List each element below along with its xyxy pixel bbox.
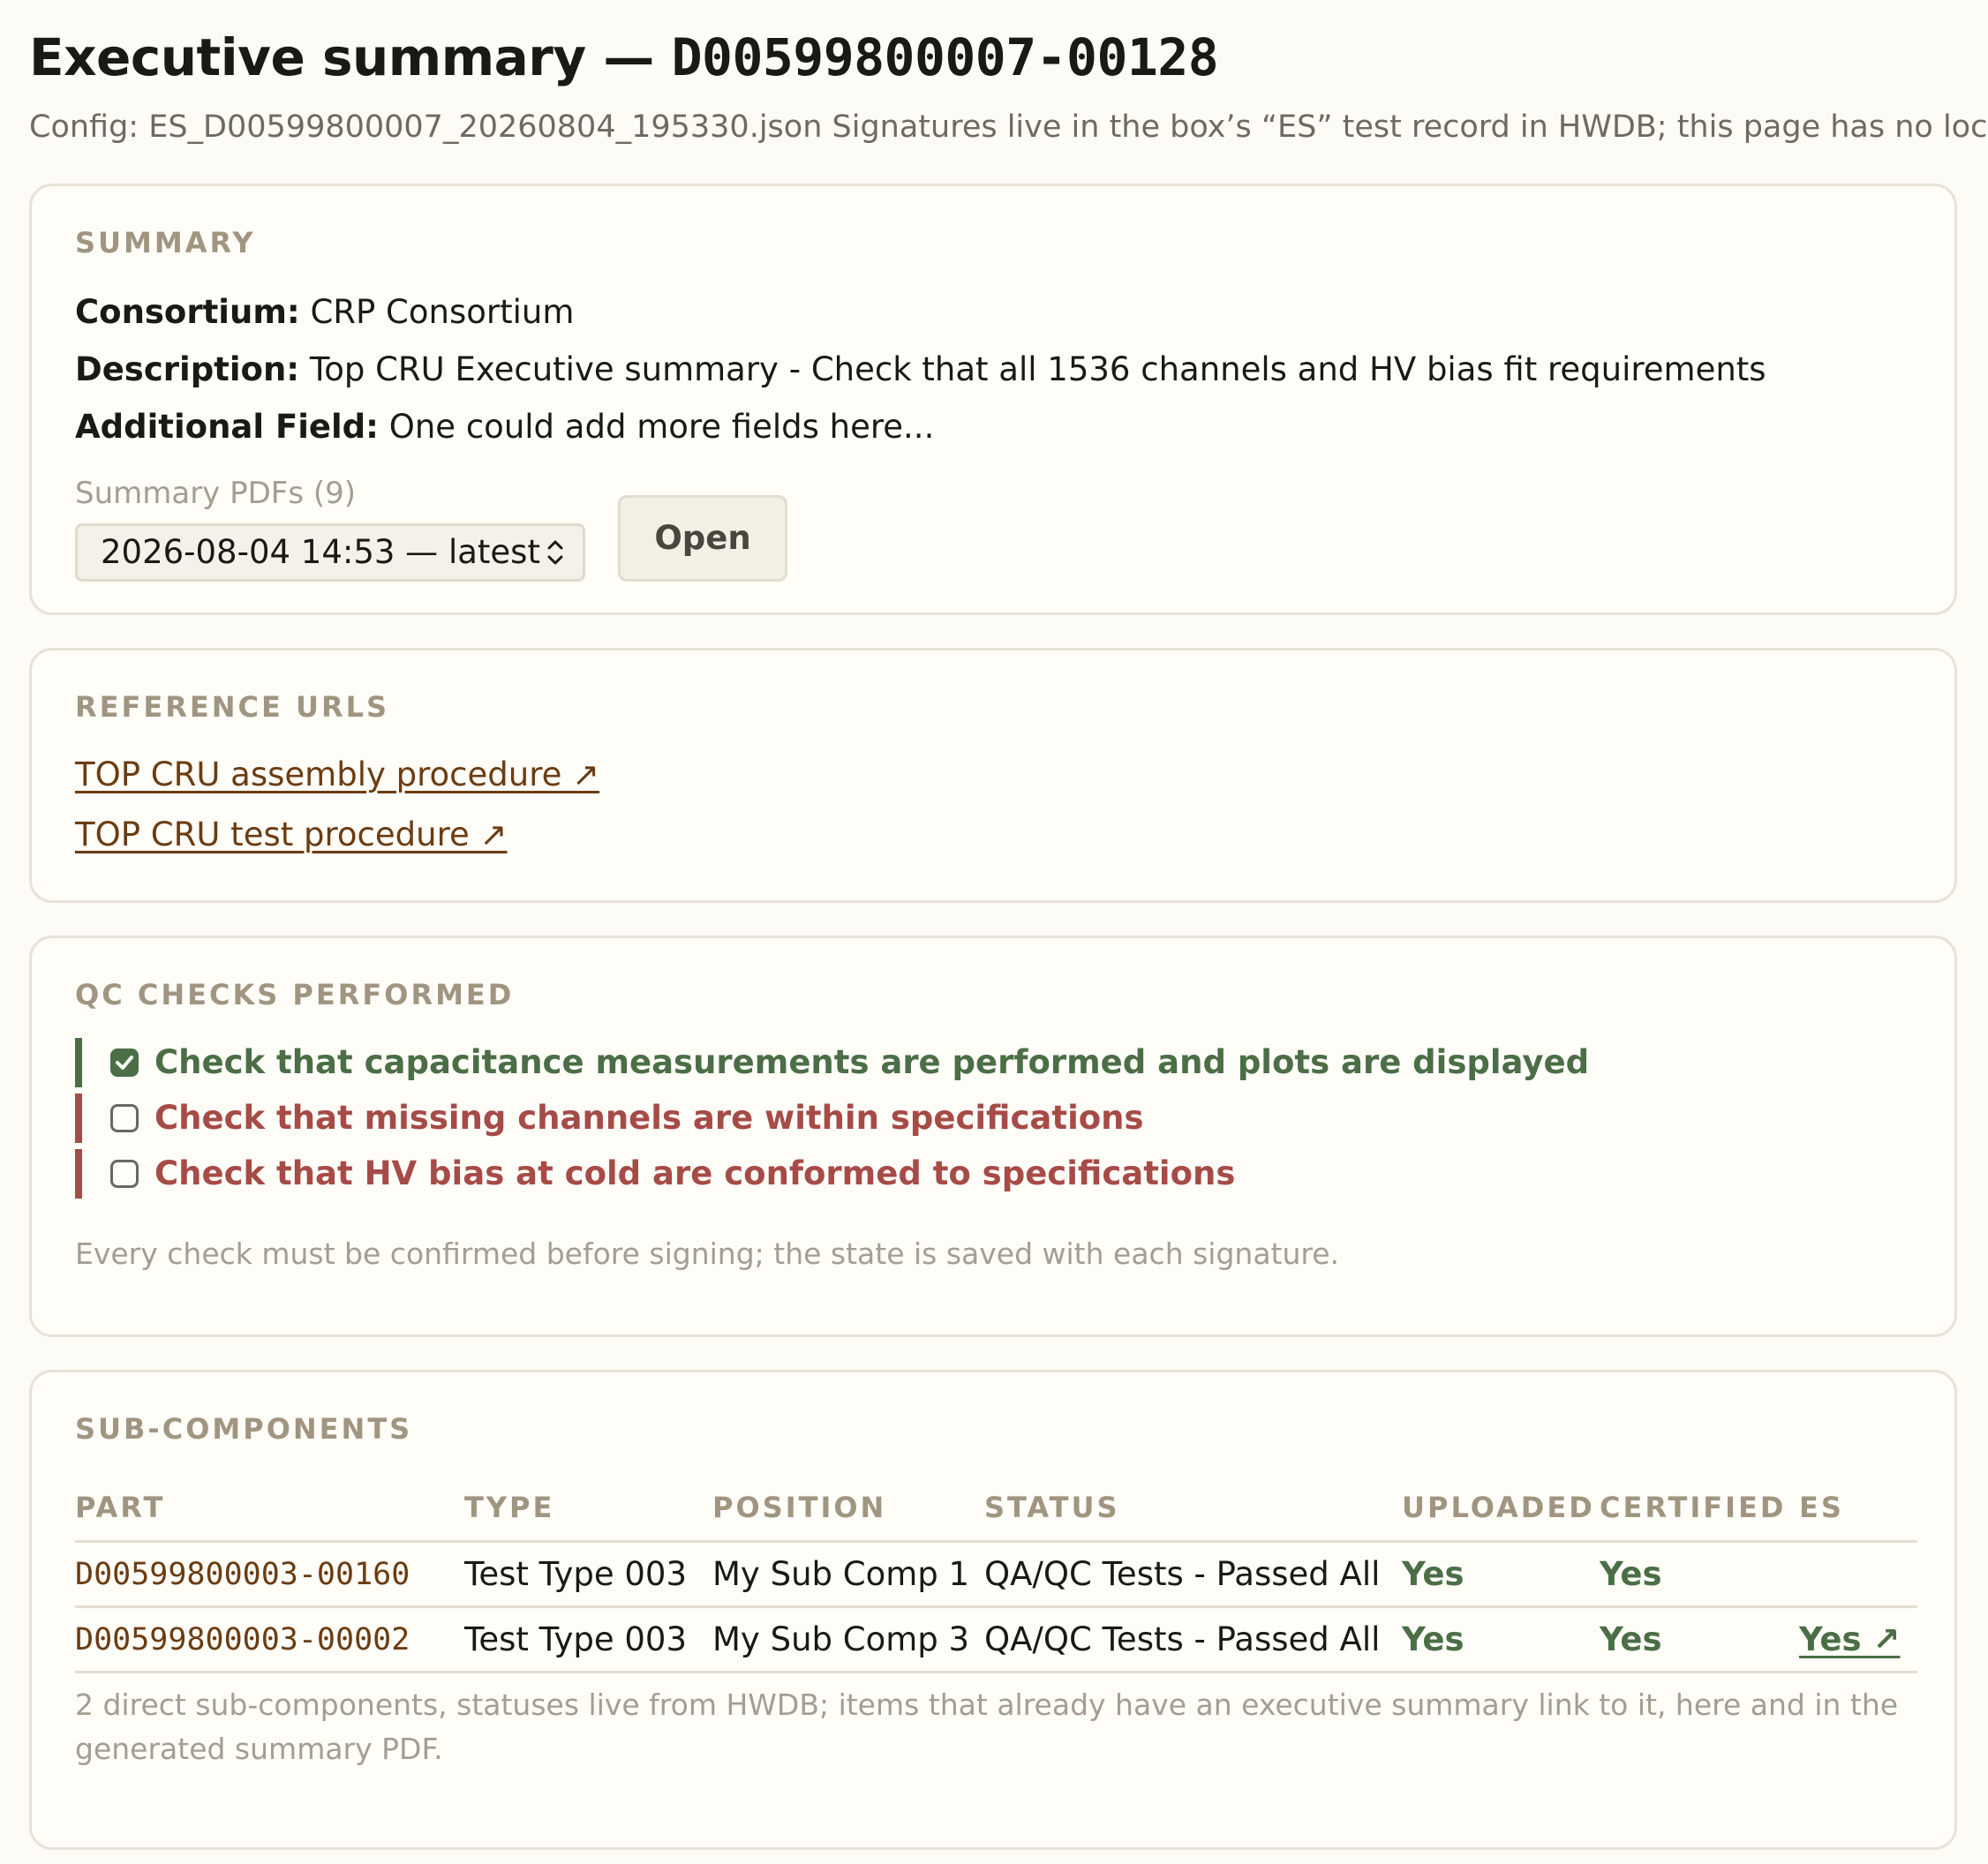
- table-row: D00599800003-00160 Test Type 003 My Sub …: [75, 1541, 1917, 1608]
- config-line: Config: ES_D00599800007_20260804_195330.…: [29, 109, 1988, 145]
- column-header-part: PART: [75, 1475, 464, 1543]
- description-value: Top CRU Executive summary - Check that a…: [309, 350, 1766, 388]
- open-pdf-button[interactable]: Open: [618, 495, 787, 582]
- summary-pdf-selected-value: 2026-08-04 14:53 — latest: [101, 533, 540, 571]
- part-es-cell: Yes ↗: [1799, 1606, 1917, 1673]
- part-uploaded: Yes: [1402, 1606, 1600, 1673]
- part-certified: Yes: [1600, 1541, 1799, 1608]
- qc-check-label: Check that missing channels are within s…: [154, 1099, 1144, 1137]
- part-certified: Yes: [1600, 1606, 1799, 1673]
- summary-card: SUMMARY Consortium: CRP Consortium Descr…: [29, 184, 1957, 615]
- table-row: D00599800003-00002 Test Type 003 My Sub …: [75, 1606, 1917, 1673]
- chevron-up-down-icon: [547, 540, 563, 565]
- qc-check-label: Check that capacitance measurements are …: [154, 1043, 1590, 1081]
- page-title-id: D00599800007-00128: [671, 27, 1219, 87]
- column-header-status: STATUS: [984, 1475, 1402, 1543]
- qc-check-label: Check that HV bias at cold are conformed…: [154, 1154, 1236, 1192]
- summary-pdf-select[interactable]: 2026-08-04 14:53 — latest: [75, 523, 585, 582]
- qc-checks-note: Every check must be confirmed before sig…: [75, 1236, 1340, 1271]
- additional-value: One could add more fields here...: [388, 408, 935, 446]
- column-header-es: ES: [1799, 1475, 1917, 1543]
- sub-components-section-title: SUB-COMPONENTS: [75, 1412, 413, 1446]
- part-id: D00599800003-00002: [75, 1606, 464, 1673]
- description-label: Description:: [75, 350, 300, 388]
- page: Executive summary — D00599800007-00128 C…: [0, 0, 1988, 1864]
- summary-pdfs-label: Summary PDFs (9): [75, 476, 357, 511]
- test-procedure-link[interactable]: TOP CRU test procedure ↗: [75, 813, 508, 857]
- part-id: D00599800003-00160: [75, 1541, 464, 1608]
- check-status-bar: [75, 1038, 82, 1087]
- es-link[interactable]: Yes ↗: [1799, 1620, 1900, 1658]
- sub-components-card: SUB-COMPONENTS PART TYPE POSITION STATUS…: [29, 1370, 1957, 1850]
- part-type: Test Type 003: [464, 1541, 712, 1608]
- description-field: Description: Top CRU Executive summary -…: [75, 348, 1766, 392]
- part-position: My Sub Comp 3: [712, 1606, 984, 1673]
- qc-check-hv-bias[interactable]: Check that HV bias at cold are conformed…: [75, 1149, 1752, 1199]
- part-status: QA/QC Tests - Passed All: [984, 1541, 1402, 1608]
- part-position: My Sub Comp 1: [712, 1541, 984, 1608]
- checkbox-unchecked-icon[interactable]: [110, 1160, 139, 1188]
- column-header-uploaded: UPLOADED: [1402, 1475, 1600, 1543]
- checkbox-unchecked-icon[interactable]: [110, 1104, 139, 1132]
- part-status: QA/QC Tests - Passed All: [984, 1606, 1402, 1673]
- checkbox-checked-icon[interactable]: [110, 1048, 139, 1077]
- check-status-bar: [75, 1094, 82, 1143]
- summary-section-title: SUMMARY: [75, 226, 256, 259]
- page-title: Executive summary — D00599800007-00128: [29, 18, 1219, 97]
- reference-urls-section-title: REFERENCE URLS: [75, 690, 390, 724]
- consortium-label: Consortium:: [75, 293, 300, 331]
- part-type: Test Type 003: [464, 1606, 712, 1673]
- page-title-prefix: Executive summary —: [29, 27, 672, 87]
- consortium-field: Consortium: CRP Consortium: [75, 290, 574, 334]
- additional-field: Additional Field: One could add more fie…: [75, 405, 934, 449]
- qc-checks-section-title: QC CHECKS PERFORMED: [75, 978, 515, 1011]
- column-header-certified: CERTIFIED: [1600, 1475, 1799, 1543]
- additional-label: Additional Field:: [75, 408, 379, 446]
- assembly-procedure-link[interactable]: TOP CRU assembly procedure ↗: [75, 753, 599, 797]
- qc-check-capacitance[interactable]: Check that capacitance measurements are …: [75, 1038, 1752, 1087]
- column-header-type: TYPE: [464, 1475, 712, 1543]
- part-es: [1799, 1541, 1917, 1608]
- consortium-value: CRP Consortium: [310, 293, 575, 331]
- qc-checks-card: QC CHECKS PERFORMED Check that capacitan…: [29, 936, 1957, 1337]
- qc-check-missing-channels[interactable]: Check that missing channels are within s…: [75, 1094, 1752, 1143]
- reference-urls-card: REFERENCE URLS TOP CRU assembly procedur…: [29, 648, 1957, 903]
- check-status-bar: [75, 1149, 82, 1199]
- table-header-row: PART TYPE POSITION STATUS UPLOADED CERTI…: [75, 1475, 1917, 1543]
- column-header-position: POSITION: [712, 1475, 984, 1543]
- sub-components-table: PART TYPE POSITION STATUS UPLOADED CERTI…: [75, 1475, 1917, 1673]
- sub-components-note: 2 direct sub-components, statuses live f…: [75, 1687, 1899, 1766]
- part-uploaded: Yes: [1402, 1541, 1600, 1608]
